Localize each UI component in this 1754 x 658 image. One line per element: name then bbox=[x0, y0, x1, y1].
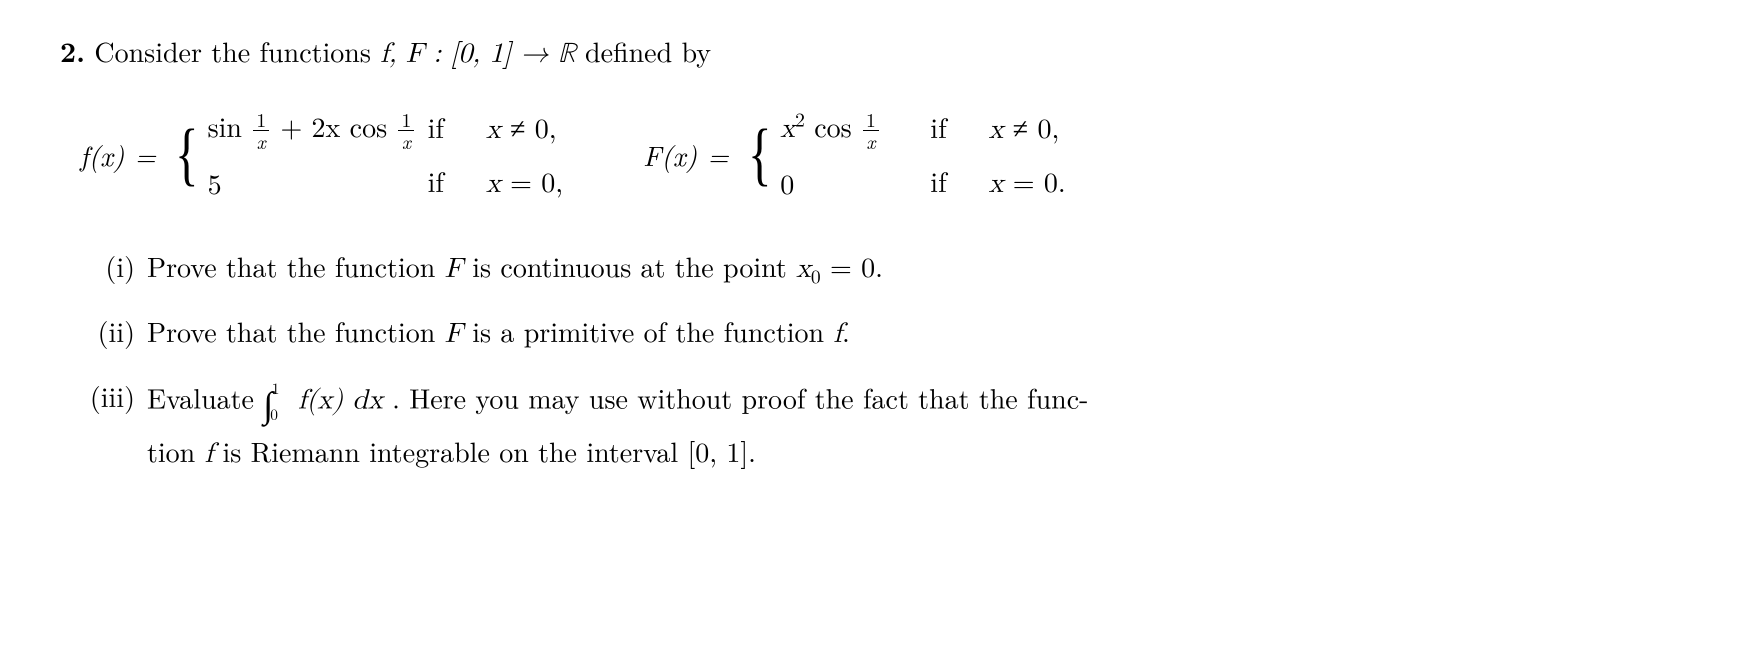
big-f-label: F(x) = bbox=[643, 134, 729, 176]
fraction: 1x bbox=[398, 110, 414, 152]
part-ii-label: (ii) bbox=[60, 310, 147, 352]
f-cases: sin 1x + 2x cos 1x if x ≠ 0, 5 if x = 0, bbox=[208, 105, 563, 205]
f-case2: 5 if x = 0, bbox=[208, 160, 563, 205]
part-i-label: (i) bbox=[60, 245, 147, 287]
equation-f: f(x) = { sin 1x + 2x cos 1x if x ≠ 0, 5 … bbox=[80, 105, 563, 205]
big-f-case2-expr: 0 bbox=[780, 162, 930, 204]
fraction: 1x bbox=[863, 110, 879, 152]
part-iii-label: (iii) bbox=[60, 375, 147, 417]
brace-icon: { bbox=[748, 127, 772, 183]
part-iii: (iii) Evaluate ∫10 f(x) dx . Here you ma… bbox=[60, 375, 1674, 475]
equations-row: f(x) = { sin 1x + 2x cos 1x if x ≠ 0, 5 … bbox=[80, 105, 1674, 205]
big-f-case1-cond: if x ≠ 0, bbox=[930, 106, 1059, 151]
integral: ∫10 bbox=[263, 375, 288, 430]
big-f-case2: 0 if x = 0. bbox=[780, 160, 1065, 205]
f-label: f(x) = bbox=[80, 134, 156, 176]
part-ii-body: Prove that the function F is a primitive… bbox=[147, 310, 1674, 355]
big-f-case2-cond: if x = 0. bbox=[930, 160, 1065, 205]
equation-big-f: F(x) = { x2 cos 1x if x ≠ 0, 0 if x = 0. bbox=[643, 105, 1066, 205]
big-f-cases: x2 cos 1x if x ≠ 0, 0 if x = 0. bbox=[780, 105, 1065, 205]
brace-icon: { bbox=[175, 127, 199, 183]
intro-text-pre: Consider the functions bbox=[94, 31, 380, 71]
part-i-body: Prove that the function F is continuous … bbox=[147, 245, 1674, 290]
part-iii-body: Evaluate ∫10 f(x) dx . Here you may use … bbox=[147, 375, 1674, 475]
f-case1-expr: sin 1x + 2x cos 1x bbox=[208, 105, 428, 152]
problem-number: 2. bbox=[60, 31, 85, 71]
part-ii: (ii) Prove that the function F is a prim… bbox=[60, 310, 1674, 355]
big-f-case1: x2 cos 1x if x ≠ 0, bbox=[780, 105, 1065, 152]
fraction: 1x bbox=[253, 110, 269, 152]
intro-math: f, F : [0, 1] → ℝ bbox=[380, 40, 575, 68]
problem-statement: 2. Consider the functions f, F : [0, 1] … bbox=[60, 30, 1674, 75]
f-case1-cond: if x ≠ 0, bbox=[428, 106, 557, 151]
part-i: (i) Prove that the function F is continu… bbox=[60, 245, 1674, 290]
intro-text-post: defined by bbox=[576, 31, 711, 71]
f-case2-cond: if x = 0, bbox=[428, 160, 563, 205]
f-case2-expr: 5 bbox=[208, 162, 428, 204]
big-f-case1-expr: x2 cos 1x bbox=[780, 105, 930, 152]
f-case1: sin 1x + 2x cos 1x if x ≠ 0, bbox=[208, 105, 563, 152]
